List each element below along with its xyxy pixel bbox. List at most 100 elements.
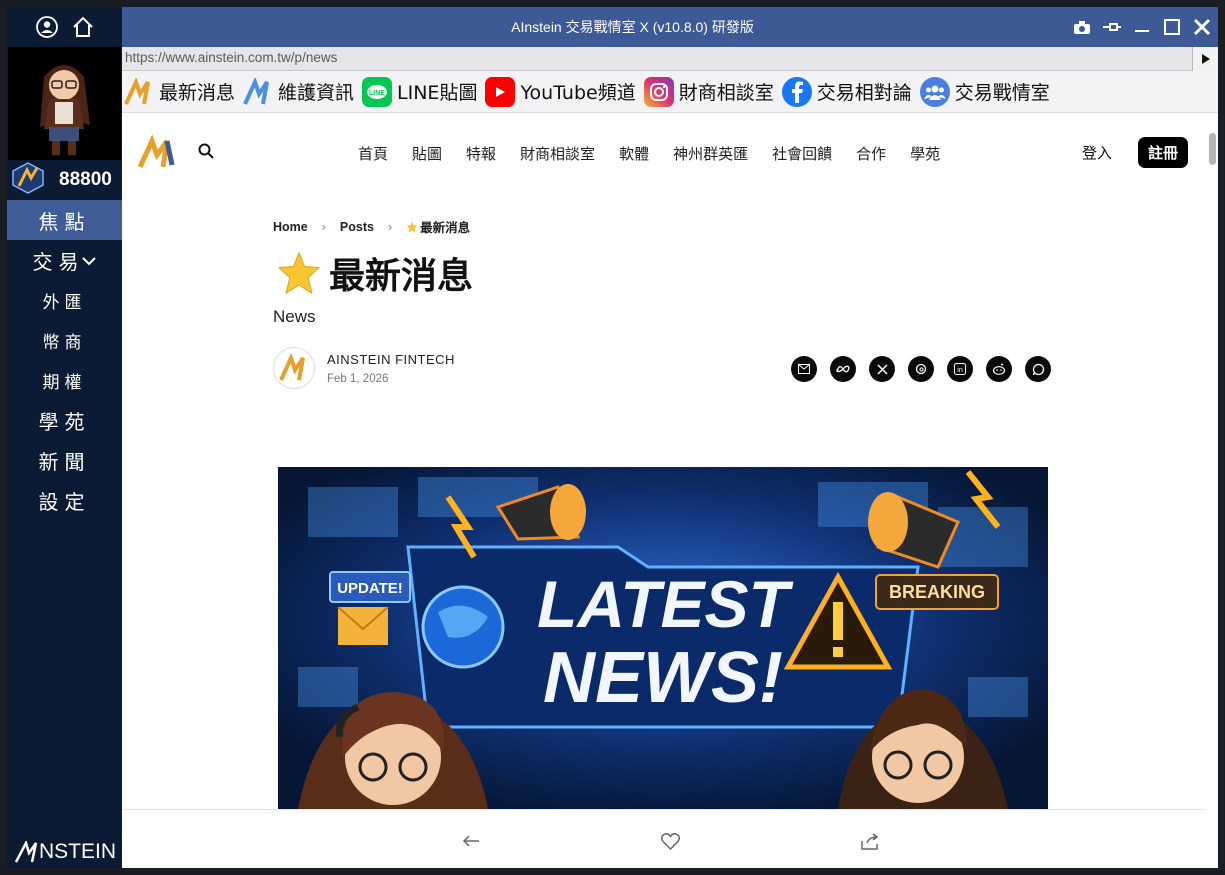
login-link[interactable]: 登入 [1082, 142, 1112, 163]
hero-tag-update: UPDATE! [337, 580, 403, 597]
menu-news[interactable]: 新聞 [7, 440, 122, 480]
points-value: 88800 [59, 169, 112, 190]
bookmark-label: YouTube頻道 [520, 82, 636, 104]
x-icon[interactable] [869, 356, 895, 382]
ainstein-logo: NSTEIN [15, 840, 116, 864]
menu-settings[interactable]: 設定 [7, 480, 122, 520]
menu-label: 交易 [32, 249, 85, 274]
menu-trade[interactable]: 交易 [7, 240, 122, 280]
main-nav: 首頁 貼圖 特報 財商相談室 軟體 神州群英匯 社會回饋 合作 學苑 [358, 143, 964, 164]
breadcrumb-home[interactable]: Home [273, 220, 308, 234]
page-title-text: 最新消息 [329, 256, 474, 297]
sidebar: 88800 焦點 交易 外匯 幣商 期權 學苑 新聞 設定 NSTEIN [7, 7, 122, 868]
hero-tag-breaking: BREAKING [889, 582, 985, 602]
bookmark-maintenance[interactable]: 維護資訊 [243, 77, 354, 107]
sidebar-top [7, 7, 122, 47]
menu-options[interactable]: 期權 [7, 360, 122, 400]
menu-academy[interactable]: 學苑 [7, 400, 122, 440]
linkedin-icon[interactable]: in [947, 356, 973, 382]
address-bar[interactable]: https://www.ainstein.com.tw/p/news [122, 47, 1218, 71]
app-window: 88800 焦點 交易 外匯 幣商 期權 學苑 新聞 設定 NSTEIN AIn… [7, 7, 1218, 868]
title-bar: AInstein 交易戰情室 X (v10.8.0) 研發版 [122, 7, 1218, 47]
bookmark-line[interactable]: LINE LINE貼圖 [362, 76, 478, 107]
bookmark-instagram[interactable]: 財商相談室 [643, 76, 774, 107]
avatar [8, 47, 121, 160]
bottom-action-bar [122, 809, 1204, 868]
chevron-down-icon [81, 248, 97, 272]
register-button[interactable]: 註冊 [1138, 137, 1189, 168]
home-icon[interactable] [71, 15, 95, 39]
menu-crypto[interactable]: 幣商 [7, 320, 122, 360]
hero-image: UPDATE! BREAKING LATEST NEWS! [278, 467, 1048, 809]
hero-headline-1: LATEST [537, 567, 793, 641]
author-name[interactable]: AINSTEIN FINTECH [327, 352, 455, 367]
close-icon[interactable] [1192, 17, 1212, 37]
ainstein-logo-blue-icon [243, 77, 273, 107]
author-block: AINSTEIN FINTECH Feb 1, 2026 [273, 347, 455, 389]
whatsapp-icon[interactable] [1025, 356, 1051, 382]
breadcrumb-posts[interactable]: Posts [340, 220, 374, 234]
bookmark-facebook[interactable]: 交易相對論 [781, 76, 912, 107]
menu-forex[interactable]: 外匯 [7, 280, 122, 320]
bookmark-label: 財商相談室 [678, 82, 774, 104]
nav-special[interactable]: 特報 [466, 143, 496, 164]
bookmark-youtube[interactable]: YouTube頻道 [485, 76, 636, 107]
pin-icon[interactable] [1102, 17, 1122, 37]
scrollbar-thumb[interactable] [1209, 133, 1216, 165]
page-subtitle: News [273, 307, 316, 326]
bookmark-community[interactable]: 交易戰情室 [919, 76, 1050, 107]
threads-icon[interactable] [908, 356, 934, 382]
menu-focus[interactable]: 焦點 [7, 200, 122, 240]
menu-label: 期權 [42, 372, 87, 393]
bookmark-label: 最新消息 [159, 82, 236, 104]
menu-label: 焦點 [38, 209, 91, 234]
nav-home[interactable]: 首頁 [358, 143, 388, 164]
star-icon [278, 252, 320, 294]
author-avatar[interactable] [273, 347, 315, 389]
youtube-icon [485, 76, 516, 107]
breadcrumb-current: 最新消息 [406, 217, 470, 236]
bookmark-label: 交易戰情室 [954, 82, 1050, 104]
svg-text:LINE: LINE [369, 90, 385, 97]
share-icon[interactable] [859, 830, 881, 852]
window-title: AInstein 交易戰情室 X (v10.8.0) 研發版 [511, 19, 754, 35]
page-title: 最新消息 [277, 247, 473, 299]
nav-partners[interactable]: 合作 [856, 143, 886, 164]
nav-heroes[interactable]: 神州群英匯 [673, 143, 748, 164]
bookmark-news[interactable]: 最新消息 [124, 77, 235, 107]
menu-label: 外匯 [42, 292, 87, 313]
minimize-icon[interactable] [1132, 17, 1152, 37]
star-icon [406, 221, 418, 232]
camera-icon[interactable] [1072, 17, 1092, 37]
search-icon[interactable] [198, 143, 214, 163]
user-icon[interactable] [35, 15, 59, 39]
menu-label: 設定 [38, 489, 91, 514]
bookmarks-bar: 最新消息 維護資訊 LINE LINE貼圖 YouTube頻道 財商相談室 交易… [122, 71, 1218, 113]
nav-charity[interactable]: 社會回饋 [772, 143, 832, 164]
site-logo-icon[interactable] [137, 134, 176, 173]
reddit-icon[interactable] [986, 356, 1012, 382]
url-text[interactable]: https://www.ainstein.com.tw/p/news [125, 50, 337, 65]
menu-label: 新聞 [38, 449, 91, 474]
go-button[interactable] [1192, 47, 1218, 71]
meta-icon[interactable] [830, 356, 856, 382]
nav-academy[interactable]: 學苑 [910, 143, 940, 164]
svg-text:in: in [957, 367, 963, 374]
chevron-right-icon: › [321, 219, 326, 234]
breadcrumb-current-label: 最新消息 [420, 221, 471, 235]
site-header: 首頁 貼圖 特報 財商相談室 軟體 神州群英匯 社會回饋 合作 學苑 登入 註冊 [122, 113, 1204, 179]
facebook-icon [781, 76, 812, 107]
chevron-right-icon: › [387, 219, 393, 234]
bookmark-label: 交易相對論 [816, 82, 912, 104]
breadcrumb: Home › Posts › 最新消息 [273, 217, 470, 236]
bookmark-label: 維護資訊 [278, 82, 355, 104]
nav-finance-room[interactable]: 財商相談室 [520, 143, 595, 164]
bookmark-label: LINE貼圖 [397, 82, 478, 104]
nav-software[interactable]: 軟體 [619, 143, 649, 164]
email-icon[interactable] [791, 356, 817, 382]
ainstein-logo-icon [124, 77, 154, 107]
maximize-icon[interactable] [1162, 17, 1182, 37]
heart-icon[interactable] [659, 830, 681, 852]
back-arrow-icon[interactable] [460, 830, 482, 852]
nav-stickers[interactable]: 貼圖 [412, 143, 442, 164]
